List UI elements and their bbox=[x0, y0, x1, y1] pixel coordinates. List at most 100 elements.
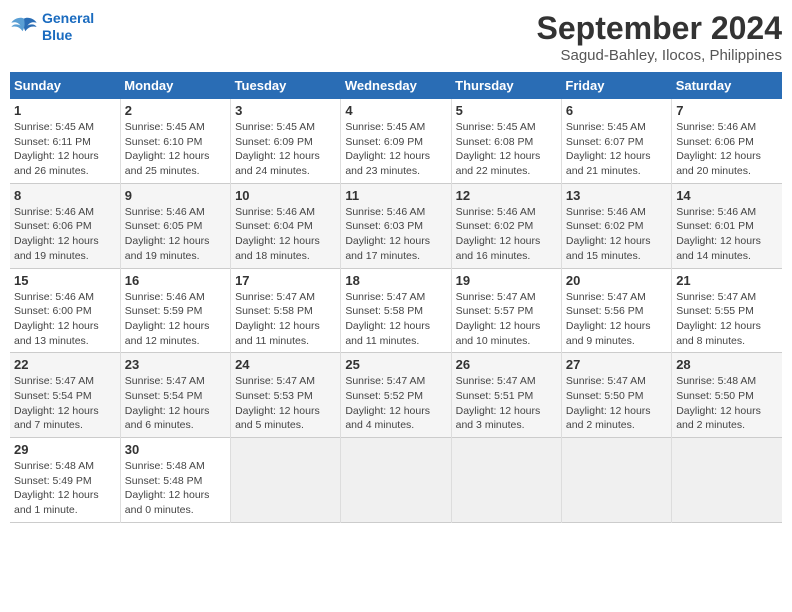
page-title: September 2024 bbox=[537, 10, 782, 47]
header-sunday: Sunday bbox=[10, 72, 120, 99]
day-info: Sunrise: 5:46 AM Sunset: 6:02 PM Dayligh… bbox=[566, 205, 667, 264]
calendar-cell bbox=[672, 438, 782, 523]
logo-text: General Blue bbox=[42, 10, 94, 44]
calendar-week-5: 29 Sunrise: 5:48 AM Sunset: 5:49 PM Dayl… bbox=[10, 438, 782, 523]
calendar-cell: 6 Sunrise: 5:45 AM Sunset: 6:07 PM Dayli… bbox=[561, 99, 671, 183]
day-info: Sunrise: 5:48 AM Sunset: 5:48 PM Dayligh… bbox=[125, 459, 226, 518]
day-number: 28 bbox=[676, 357, 778, 372]
calendar-cell: 5 Sunrise: 5:45 AM Sunset: 6:08 PM Dayli… bbox=[451, 99, 561, 183]
day-info: Sunrise: 5:46 AM Sunset: 6:03 PM Dayligh… bbox=[345, 205, 446, 264]
day-number: 29 bbox=[14, 442, 116, 457]
day-info: Sunrise: 5:45 AM Sunset: 6:11 PM Dayligh… bbox=[14, 120, 116, 179]
day-number: 5 bbox=[456, 103, 557, 118]
calendar-cell: 24 Sunrise: 5:47 AM Sunset: 5:53 PM Dayl… bbox=[231, 353, 341, 438]
day-number: 17 bbox=[235, 273, 336, 288]
day-number: 23 bbox=[125, 357, 226, 372]
day-info: Sunrise: 5:47 AM Sunset: 5:52 PM Dayligh… bbox=[345, 374, 446, 433]
day-info: Sunrise: 5:47 AM Sunset: 5:58 PM Dayligh… bbox=[345, 290, 446, 349]
calendar-cell bbox=[561, 438, 671, 523]
page-header: General Blue September 2024 Sagud-Bahley… bbox=[10, 10, 782, 64]
day-number: 6 bbox=[566, 103, 667, 118]
day-number: 20 bbox=[566, 273, 667, 288]
calendar-cell: 20 Sunrise: 5:47 AM Sunset: 5:56 PM Dayl… bbox=[561, 268, 671, 353]
day-number: 1 bbox=[14, 103, 116, 118]
calendar-cell bbox=[451, 438, 561, 523]
day-number: 16 bbox=[125, 273, 226, 288]
day-info: Sunrise: 5:46 AM Sunset: 6:05 PM Dayligh… bbox=[125, 205, 226, 264]
day-number: 8 bbox=[14, 188, 116, 203]
day-number: 12 bbox=[456, 188, 557, 203]
day-number: 11 bbox=[345, 188, 446, 203]
day-number: 27 bbox=[566, 357, 667, 372]
day-number: 15 bbox=[14, 273, 116, 288]
day-info: Sunrise: 5:46 AM Sunset: 6:02 PM Dayligh… bbox=[456, 205, 557, 264]
day-info: Sunrise: 5:47 AM Sunset: 5:51 PM Dayligh… bbox=[456, 374, 557, 433]
day-info: Sunrise: 5:47 AM Sunset: 5:58 PM Dayligh… bbox=[235, 290, 336, 349]
day-number: 19 bbox=[456, 273, 557, 288]
day-info: Sunrise: 5:45 AM Sunset: 6:07 PM Dayligh… bbox=[566, 120, 667, 179]
day-info: Sunrise: 5:47 AM Sunset: 5:56 PM Dayligh… bbox=[566, 290, 667, 349]
logo-icon bbox=[10, 13, 38, 41]
header-tuesday: Tuesday bbox=[231, 72, 341, 99]
day-info: Sunrise: 5:46 AM Sunset: 6:01 PM Dayligh… bbox=[676, 205, 778, 264]
day-info: Sunrise: 5:48 AM Sunset: 5:49 PM Dayligh… bbox=[14, 459, 116, 518]
page-subtitle: Sagud-Bahley, Ilocos, Philippines bbox=[537, 47, 782, 64]
day-info: Sunrise: 5:47 AM Sunset: 5:57 PM Dayligh… bbox=[456, 290, 557, 349]
calendar-cell: 25 Sunrise: 5:47 AM Sunset: 5:52 PM Dayl… bbox=[341, 353, 451, 438]
day-info: Sunrise: 5:46 AM Sunset: 6:06 PM Dayligh… bbox=[14, 205, 116, 264]
day-info: Sunrise: 5:48 AM Sunset: 5:50 PM Dayligh… bbox=[676, 374, 778, 433]
calendar-cell bbox=[231, 438, 341, 523]
day-number: 9 bbox=[125, 188, 226, 203]
day-number: 7 bbox=[676, 103, 778, 118]
day-number: 30 bbox=[125, 442, 226, 457]
calendar-week-4: 22 Sunrise: 5:47 AM Sunset: 5:54 PM Dayl… bbox=[10, 353, 782, 438]
calendar-cell: 4 Sunrise: 5:45 AM Sunset: 6:09 PM Dayli… bbox=[341, 99, 451, 183]
calendar-cell: 26 Sunrise: 5:47 AM Sunset: 5:51 PM Dayl… bbox=[451, 353, 561, 438]
day-number: 25 bbox=[345, 357, 446, 372]
day-number: 22 bbox=[14, 357, 116, 372]
calendar-cell: 30 Sunrise: 5:48 AM Sunset: 5:48 PM Dayl… bbox=[120, 438, 230, 523]
day-info: Sunrise: 5:46 AM Sunset: 6:00 PM Dayligh… bbox=[14, 290, 116, 349]
calendar-table: Sunday Monday Tuesday Wednesday Thursday… bbox=[10, 72, 782, 523]
header-friday: Friday bbox=[561, 72, 671, 99]
calendar-week-1: 1 Sunrise: 5:45 AM Sunset: 6:11 PM Dayli… bbox=[10, 99, 782, 183]
day-number: 10 bbox=[235, 188, 336, 203]
day-number: 14 bbox=[676, 188, 778, 203]
day-number: 3 bbox=[235, 103, 336, 118]
logo: General Blue bbox=[10, 10, 94, 44]
calendar-cell: 13 Sunrise: 5:46 AM Sunset: 6:02 PM Dayl… bbox=[561, 183, 671, 268]
day-number: 26 bbox=[456, 357, 557, 372]
calendar-week-2: 8 Sunrise: 5:46 AM Sunset: 6:06 PM Dayli… bbox=[10, 183, 782, 268]
calendar-cell: 12 Sunrise: 5:46 AM Sunset: 6:02 PM Dayl… bbox=[451, 183, 561, 268]
calendar-cell: 19 Sunrise: 5:47 AM Sunset: 5:57 PM Dayl… bbox=[451, 268, 561, 353]
calendar-cell: 18 Sunrise: 5:47 AM Sunset: 5:58 PM Dayl… bbox=[341, 268, 451, 353]
day-info: Sunrise: 5:47 AM Sunset: 5:53 PM Dayligh… bbox=[235, 374, 336, 433]
day-number: 24 bbox=[235, 357, 336, 372]
calendar-cell: 23 Sunrise: 5:47 AM Sunset: 5:54 PM Dayl… bbox=[120, 353, 230, 438]
day-info: Sunrise: 5:45 AM Sunset: 6:09 PM Dayligh… bbox=[345, 120, 446, 179]
day-info: Sunrise: 5:47 AM Sunset: 5:54 PM Dayligh… bbox=[14, 374, 116, 433]
day-info: Sunrise: 5:46 AM Sunset: 5:59 PM Dayligh… bbox=[125, 290, 226, 349]
header-row: Sunday Monday Tuesday Wednesday Thursday… bbox=[10, 72, 782, 99]
day-info: Sunrise: 5:45 AM Sunset: 6:10 PM Dayligh… bbox=[125, 120, 226, 179]
calendar-cell: 1 Sunrise: 5:45 AM Sunset: 6:11 PM Dayli… bbox=[10, 99, 120, 183]
day-info: Sunrise: 5:45 AM Sunset: 6:08 PM Dayligh… bbox=[456, 120, 557, 179]
calendar-cell: 8 Sunrise: 5:46 AM Sunset: 6:06 PM Dayli… bbox=[10, 183, 120, 268]
day-number: 13 bbox=[566, 188, 667, 203]
day-number: 2 bbox=[125, 103, 226, 118]
calendar-cell: 10 Sunrise: 5:46 AM Sunset: 6:04 PM Dayl… bbox=[231, 183, 341, 268]
header-wednesday: Wednesday bbox=[341, 72, 451, 99]
calendar-cell: 27 Sunrise: 5:47 AM Sunset: 5:50 PM Dayl… bbox=[561, 353, 671, 438]
calendar-cell: 29 Sunrise: 5:48 AM Sunset: 5:49 PM Dayl… bbox=[10, 438, 120, 523]
day-info: Sunrise: 5:45 AM Sunset: 6:09 PM Dayligh… bbox=[235, 120, 336, 179]
day-number: 18 bbox=[345, 273, 446, 288]
title-block: September 2024 Sagud-Bahley, Ilocos, Phi… bbox=[537, 10, 782, 64]
calendar-cell: 28 Sunrise: 5:48 AM Sunset: 5:50 PM Dayl… bbox=[672, 353, 782, 438]
day-info: Sunrise: 5:47 AM Sunset: 5:50 PM Dayligh… bbox=[566, 374, 667, 433]
calendar-week-3: 15 Sunrise: 5:46 AM Sunset: 6:00 PM Dayl… bbox=[10, 268, 782, 353]
day-info: Sunrise: 5:47 AM Sunset: 5:55 PM Dayligh… bbox=[676, 290, 778, 349]
calendar-cell: 22 Sunrise: 5:47 AM Sunset: 5:54 PM Dayl… bbox=[10, 353, 120, 438]
day-info: Sunrise: 5:47 AM Sunset: 5:54 PM Dayligh… bbox=[125, 374, 226, 433]
header-thursday: Thursday bbox=[451, 72, 561, 99]
calendar-cell: 9 Sunrise: 5:46 AM Sunset: 6:05 PM Dayli… bbox=[120, 183, 230, 268]
